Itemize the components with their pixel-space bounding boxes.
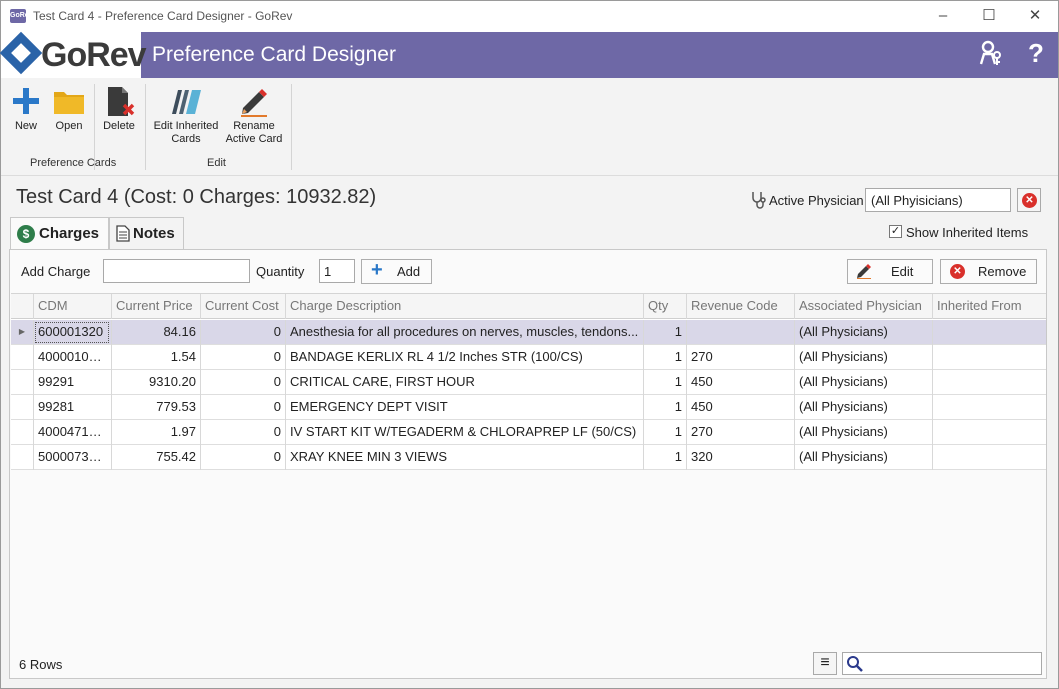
grid-header: CDM Current Price Current Cost Charge De… xyxy=(11,294,1046,319)
column-header-revenue-code[interactable]: Revenue Code xyxy=(686,294,794,319)
notes-icon xyxy=(116,225,130,246)
table-row[interactable]: 4000471088 1.97 0 IV START KIT W/TEGADER… xyxy=(11,420,1046,445)
table-row[interactable]: 99291 9310.20 0 CRITICAL CARE, FIRST HOU… xyxy=(11,370,1046,395)
open-button[interactable]: Open xyxy=(50,86,88,133)
close-circle-icon: ✕ xyxy=(1022,193,1037,208)
quantity-input[interactable]: 1 xyxy=(319,259,355,283)
tab-notes[interactable]: Notes xyxy=(109,217,184,249)
show-inherited-label: Show Inherited Items xyxy=(906,225,1029,240)
delete-button[interactable]: Delete xyxy=(100,86,138,133)
remove-button[interactable]: ✕ Remove xyxy=(940,259,1037,284)
column-header-current-price[interactable]: Current Price xyxy=(111,294,200,319)
active-physician-label: Active Physician xyxy=(769,193,864,208)
show-inherited-checkbox[interactable]: ✓ xyxy=(889,225,902,238)
window-title: Test Card 4 - Preference Card Designer -… xyxy=(33,9,293,23)
row-indicator-icon: ▶ xyxy=(18,327,26,336)
column-header-qty[interactable]: Qty xyxy=(643,294,686,319)
users-key-icon[interactable] xyxy=(979,40,1003,73)
search-input[interactable] xyxy=(842,652,1042,675)
column-header-associated-physician[interactable]: Associated Physician xyxy=(794,294,932,319)
clear-physician-button[interactable]: ✕ xyxy=(1017,188,1041,212)
add-charge-input[interactable] xyxy=(103,259,250,283)
table-row[interactable]: 99281 779.53 0 EMERGENCY DEPT VISIT 1 45… xyxy=(11,395,1046,420)
table-row[interactable]: ▶ 600001320 84.16 0 Anesthesia for all p… xyxy=(11,320,1046,345)
ribbon: New Open Delete Edit Inherited Cards Ren… xyxy=(1,78,1058,176)
charges-grid: CDM Current Price Current Cost Charge De… xyxy=(11,293,1046,470)
row-count: 6 Rows xyxy=(19,657,63,672)
remove-icon: ✕ xyxy=(950,264,965,279)
gorev-logo: GoRev xyxy=(0,31,147,78)
menu-icon[interactable]: ≡ xyxy=(813,652,837,675)
table-row[interactable]: 4000010173 1.54 0 BANDAGE KERLIX RL 4 1/… xyxy=(11,345,1046,370)
folder-icon xyxy=(52,86,86,120)
title-bar: GoRev Test Card 4 - Preference Card Desi… xyxy=(1,1,1058,32)
maximize-button[interactable]: ☐ xyxy=(966,1,1012,32)
app-header: GoRev Preference Card Designer ? xyxy=(0,31,1058,78)
search-icon xyxy=(846,655,864,676)
group-label-edit: Edit xyxy=(207,157,226,169)
add-button[interactable]: + Add xyxy=(361,259,432,284)
edit-inherited-cards-button[interactable]: Edit Inherited Cards xyxy=(150,86,222,146)
new-button[interactable]: New xyxy=(9,86,43,133)
cards-stack-icon xyxy=(168,86,204,120)
logo-mark-icon xyxy=(0,31,43,75)
dollar-icon: $ xyxy=(17,225,35,243)
app-icon: GoRev xyxy=(10,9,33,23)
table-row[interactable]: 5000073562 755.42 0 XRAY KNEE MIN 3 VIEW… xyxy=(11,445,1046,470)
card-title: Test Card 4 (Cost: 0 Charges: 10932.82) xyxy=(16,186,377,208)
ribbon-separator xyxy=(291,84,292,170)
pencil-icon xyxy=(856,263,872,286)
delete-document-icon xyxy=(102,86,136,120)
plus-icon xyxy=(11,86,41,120)
column-header-charge-description[interactable]: Charge Description xyxy=(285,294,643,319)
column-header-current-cost[interactable]: Current Cost xyxy=(200,294,285,319)
column-header-inherited-from[interactable]: Inherited From xyxy=(932,294,1046,319)
active-physician-field[interactable]: (All Phyisicians) xyxy=(865,188,1011,212)
edit-button[interactable]: Edit xyxy=(847,259,933,284)
stethoscope-icon xyxy=(750,191,766,212)
pencil-icon xyxy=(237,86,271,120)
group-label-preference-cards: Preference Cards xyxy=(30,157,117,169)
quantity-label: Quantity xyxy=(256,264,305,279)
app-window: GoRev Test Card 4 - Preference Card Desi… xyxy=(0,0,1059,689)
app-title: Preference Card Designer xyxy=(152,43,396,66)
ribbon-separator xyxy=(145,84,146,170)
tab-charges[interactable]: $ Charges xyxy=(10,217,109,250)
help-icon[interactable]: ? xyxy=(1028,38,1044,69)
column-header-cdm[interactable]: CDM xyxy=(33,294,111,319)
close-button[interactable]: ✕ xyxy=(1012,1,1058,32)
add-charge-label: Add Charge xyxy=(21,264,91,279)
minimize-button[interactable]: – xyxy=(920,1,966,32)
rename-active-card-button[interactable]: Rename Active Card xyxy=(223,86,285,146)
plus-icon: + xyxy=(371,259,383,281)
